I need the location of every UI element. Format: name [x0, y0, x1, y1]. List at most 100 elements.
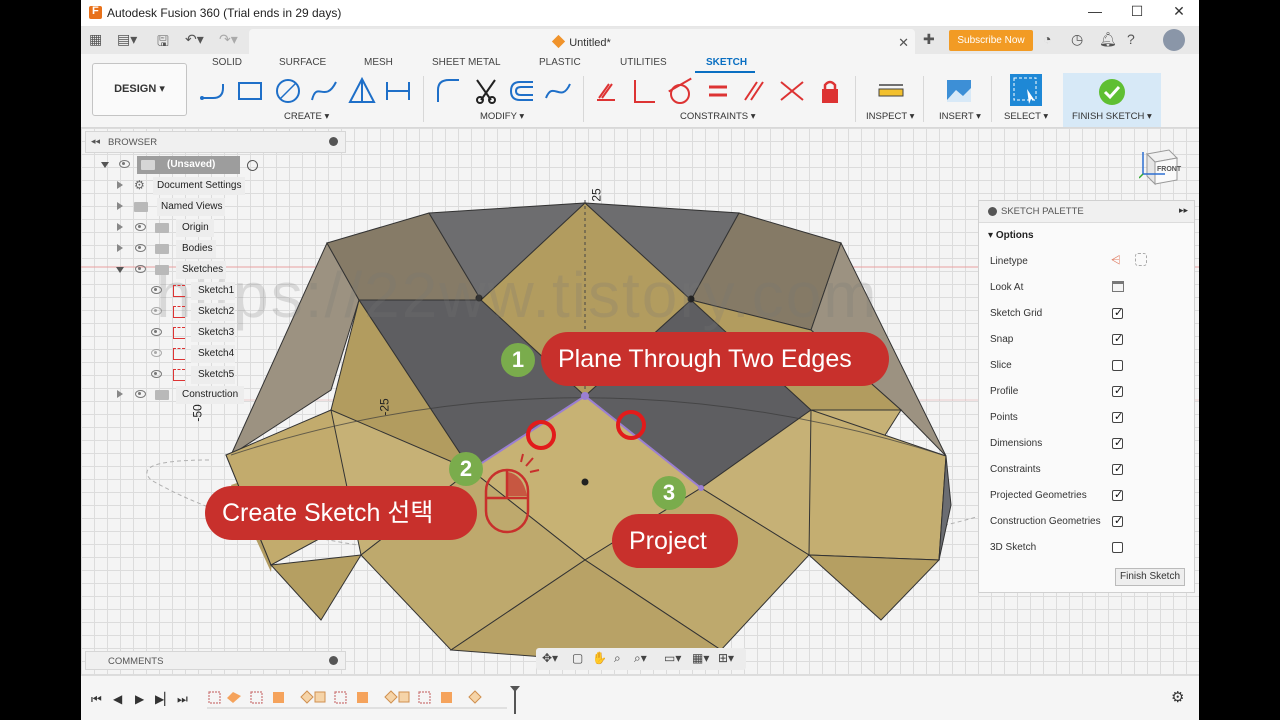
constraints-checkbox[interactable]: [1112, 462, 1123, 475]
fix-constraint-icon[interactable]: [593, 76, 623, 106]
visibility-eye-icon[interactable]: [135, 265, 146, 273]
hidden-eye-icon[interactable]: [151, 349, 162, 357]
tab-utilities[interactable]: UTILITIES: [620, 57, 667, 68]
grid-settings-icon[interactable]: ▦▾: [692, 651, 709, 665]
sketch-grid-checkbox[interactable]: [1112, 306, 1123, 319]
tree-item-bodies[interactable]: Bodies: [117, 240, 327, 258]
tab-mesh[interactable]: MESH: [364, 57, 393, 68]
step-back-icon[interactable]: ◀: [113, 692, 122, 706]
file-menu-icon[interactable]: ▤▾: [117, 31, 137, 49]
timeline-features[interactable]: [207, 686, 527, 716]
save-icon[interactable]: 🖫: [157, 31, 169, 49]
select-group-label[interactable]: SELECT ▾: [1004, 111, 1048, 122]
create-group-label[interactable]: CREATE ▾: [284, 111, 329, 122]
expand-arrow-icon[interactable]: [117, 181, 123, 189]
finish-sketch-check-icon[interactable]: [1097, 77, 1127, 107]
finish-sketch-button[interactable]: Finish Sketch: [1115, 568, 1185, 586]
tab-sketch[interactable]: SKETCH: [706, 57, 747, 68]
select-tool-icon[interactable]: [1009, 73, 1043, 107]
tangent-constraint-icon[interactable]: [665, 76, 695, 106]
expand-arrow-icon[interactable]: [117, 223, 123, 231]
subscribe-button[interactable]: Subscribe Now: [949, 30, 1033, 51]
minimize-button[interactable]: —: [1081, 3, 1109, 23]
finish-sketch-label[interactable]: FINISH SKETCH ▾: [1072, 111, 1152, 122]
new-tab-icon[interactable]: ✚: [923, 31, 935, 49]
tree-item-sketch5[interactable]: Sketch5: [149, 366, 269, 384]
parallel-constraint-icon[interactable]: [739, 76, 769, 106]
expand-arrow-icon[interactable]: [117, 202, 123, 210]
step-forward-icon[interactable]: ▶▏: [155, 692, 173, 706]
close-tab-icon[interactable]: ✕: [898, 35, 909, 51]
rectangle-tool-icon[interactable]: [235, 76, 265, 106]
workspace-dropdown[interactable]: DESIGN ▾: [92, 63, 187, 116]
snap-checkbox[interactable]: [1112, 332, 1123, 345]
user-avatar[interactable]: [1163, 29, 1185, 51]
visibility-eye-icon[interactable]: [135, 244, 146, 252]
expand-arrow-icon[interactable]: [101, 162, 109, 168]
tab-plastic[interactable]: PLASTIC: [539, 57, 581, 68]
centerline-linetype-icon[interactable]: [1135, 253, 1147, 266]
tree-item-named-views[interactable]: Named Views: [117, 198, 327, 216]
extensions-icon[interactable]: ◔: [1043, 31, 1051, 49]
points-checkbox[interactable]: [1112, 410, 1123, 423]
lock-constraint-icon[interactable]: [815, 76, 845, 106]
pan-icon[interactable]: ✋: [592, 651, 607, 665]
construction-geometries-checkbox[interactable]: [1112, 514, 1123, 527]
spline-tool-icon[interactable]: [309, 76, 339, 106]
visibility-eye-icon[interactable]: [135, 223, 146, 231]
palette-options-icon[interactable]: [988, 207, 997, 216]
3d-sketch-checkbox[interactable]: [1112, 542, 1123, 553]
modify-group-label[interactable]: MODIFY ▾: [480, 111, 524, 122]
notifications-icon[interactable]: 🔔︎: [1099, 31, 1117, 49]
job-status-icon[interactable]: ◷: [1071, 31, 1083, 49]
dimensions-checkbox[interactable]: [1112, 436, 1123, 449]
extend-tool-icon[interactable]: [543, 76, 573, 106]
display-settings-icon[interactable]: ▭▾: [664, 651, 681, 665]
circle-tool-icon[interactable]: [273, 76, 303, 106]
add-comment-icon[interactable]: [329, 656, 338, 665]
visibility-eye-icon[interactable]: [151, 370, 162, 378]
tree-item-document-settings[interactable]: ⚙ Document Settings: [117, 177, 327, 195]
play-icon[interactable]: ▶: [135, 692, 144, 706]
expand-arrow-icon[interactable]: [117, 244, 123, 252]
viewcube[interactable]: FRONT: [1138, 144, 1183, 186]
visibility-eye-icon[interactable]: [151, 328, 162, 336]
tree-root-row[interactable]: (Unsaved): [101, 156, 271, 174]
coincident-constraint-icon[interactable]: [777, 76, 807, 106]
zoom-icon[interactable]: ⌕: [614, 651, 621, 666]
visibility-eye-icon[interactable]: [119, 160, 130, 168]
trim-tool-icon[interactable]: [471, 76, 501, 106]
dimension-tool-icon[interactable]: [383, 76, 413, 106]
expand-arrow-icon[interactable]: [116, 267, 124, 273]
undo-icon[interactable]: ↶▾: [185, 31, 204, 49]
apps-grid-icon[interactable]: ▦: [89, 31, 102, 49]
tree-item-sketch4[interactable]: Sketch4: [149, 345, 269, 363]
construction-linetype-icon[interactable]: ⩤: [1111, 253, 1121, 268]
browser-panel-header[interactable]: ◂◂ BROWSER: [85, 131, 346, 153]
measure-tool-icon[interactable]: [876, 76, 906, 106]
expand-arrow-icon[interactable]: [117, 390, 123, 398]
offset-tool-icon[interactable]: [507, 76, 537, 106]
tab-sheet-metal[interactable]: SHEET METAL: [432, 57, 501, 68]
fillet-tool-icon[interactable]: [433, 76, 463, 106]
inspect-group-label[interactable]: INSPECT ▾: [866, 111, 914, 122]
redo-icon[interactable]: ↷▾: [219, 31, 238, 49]
orbit-icon[interactable]: ✥▾: [542, 651, 558, 665]
tree-item-sketch2[interactable]: Sketch2: [149, 303, 269, 321]
browser-options-icon[interactable]: [329, 137, 338, 146]
maximize-button[interactable]: ☐: [1123, 3, 1151, 23]
expand-palette-icon[interactable]: ▸▸: [1179, 205, 1188, 216]
equal-constraint-icon[interactable]: [703, 76, 733, 106]
collapse-browser-icon[interactable]: ◂◂: [91, 136, 100, 147]
activate-radio-icon[interactable]: [247, 160, 258, 171]
hidden-eye-icon[interactable]: [151, 307, 162, 315]
viewports-icon[interactable]: ⊞▾: [718, 651, 734, 665]
profile-checkbox[interactable]: [1112, 384, 1123, 397]
timeline-settings-gear-icon[interactable]: ⚙: [1171, 688, 1184, 706]
slice-checkbox[interactable]: [1112, 360, 1123, 371]
go-to-end-icon[interactable]: ⏭: [177, 692, 188, 707]
look-at-icon[interactable]: [1112, 281, 1124, 292]
go-to-start-icon[interactable]: ⏮: [91, 692, 102, 707]
polygon-tool-icon[interactable]: [347, 76, 377, 106]
tree-item-origin[interactable]: Origin: [117, 219, 327, 237]
